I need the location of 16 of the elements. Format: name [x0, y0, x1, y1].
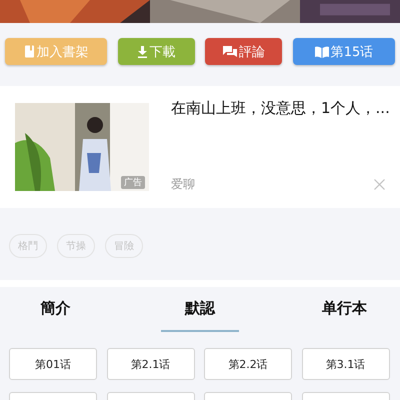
- chapter-button[interactable]: 第2.2话: [204, 348, 292, 380]
- comment-icon: [222, 46, 237, 58]
- book-icon: [24, 45, 34, 58]
- close-icon[interactable]: [374, 179, 385, 190]
- download-icon: [136, 46, 148, 58]
- action-button[interactable]: 評論: [205, 38, 282, 65]
- open-book-icon: [314, 46, 329, 58]
- tab[interactable]: 默認: [160, 287, 240, 332]
- ad-card[interactable]: 广告 在南山上班，没意思，1个人，... 爱聊: [0, 86, 400, 208]
- chapter-button[interactable]: 第01话: [9, 348, 97, 380]
- tab[interactable]: 单行本: [305, 287, 384, 332]
- tab[interactable]: 簡介: [16, 287, 95, 332]
- ad-source: 爱聊: [171, 176, 195, 193]
- chapter-button[interactable]: 第2.1话: [106, 348, 194, 380]
- ad-badge: 广告: [121, 176, 145, 189]
- chapter-button[interactable]: 第3.1话: [302, 348, 390, 380]
